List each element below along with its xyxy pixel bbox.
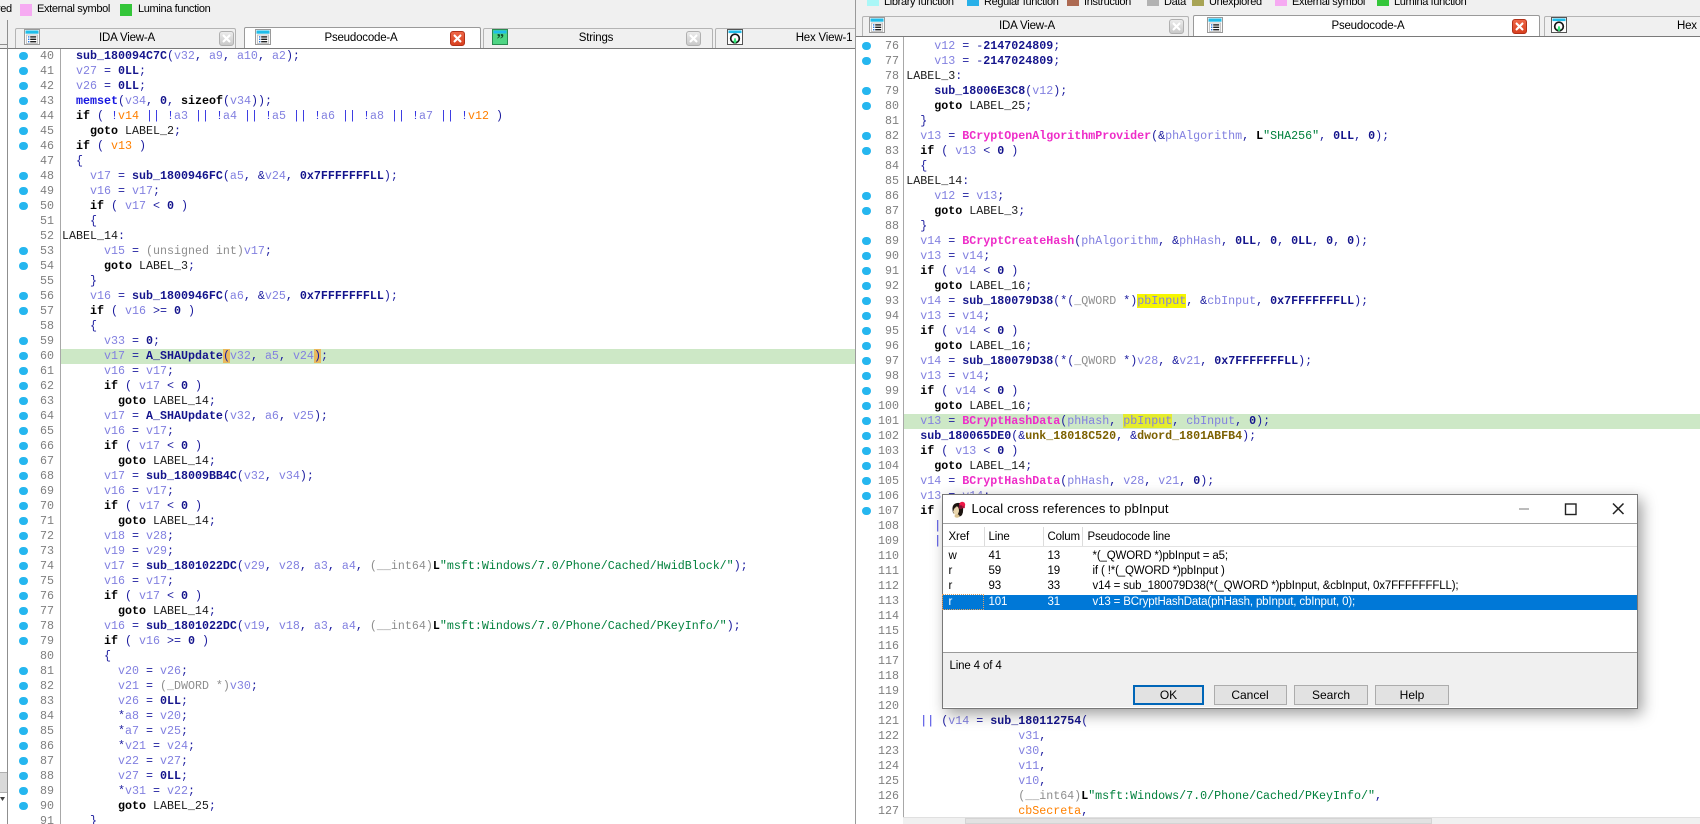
- svg-text:”: ”: [496, 32, 504, 46]
